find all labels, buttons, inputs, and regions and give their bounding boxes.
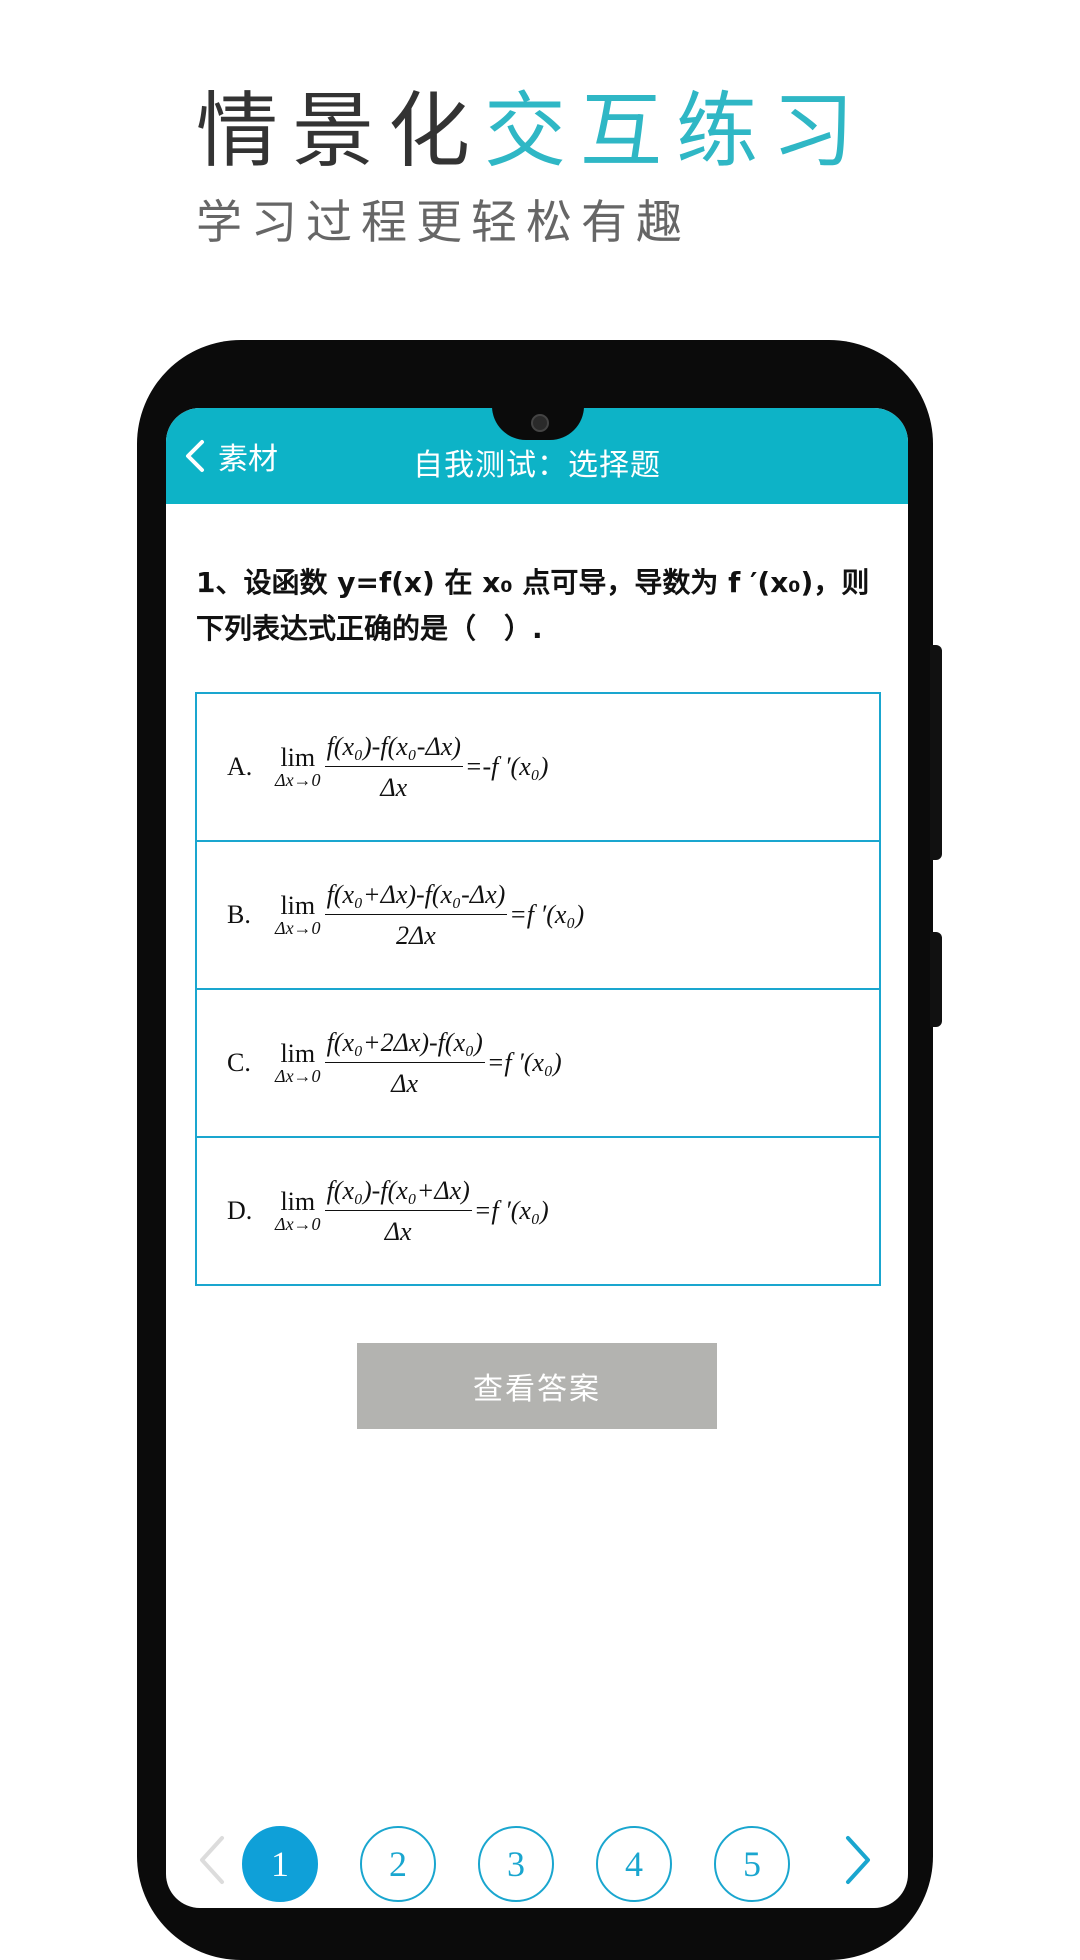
limit-expression: lim Δx→0 xyxy=(275,1039,321,1086)
right-hand-side: =f ′(x₀) xyxy=(473,1196,549,1225)
phone-power-button xyxy=(930,932,942,1027)
option-a[interactable]: A. lim Δx→0 f(x₀)-f(x₀-Δx) Δx =-f ′(x₀) xyxy=(197,694,879,842)
headline-part1: 情景化 xyxy=(196,84,485,179)
question-pager: 1 2 3 4 5 xyxy=(166,1818,908,1908)
option-c[interactable]: C. lim Δx→0 f(x₀+2Δx)-f(x₀) Δx =f ′(x₀) xyxy=(197,990,879,1138)
headline: 情景化交互练习 xyxy=(196,64,868,183)
denominator: Δx xyxy=(384,1216,412,1246)
option-d[interactable]: D. lim Δx→0 f(x₀)-f(x₀+Δx) Δx =f ′(x₀) xyxy=(197,1138,879,1284)
page-4-button[interactable]: 4 xyxy=(596,1826,672,1902)
question-line2: 下列表达式正确的是（ ）. xyxy=(196,612,543,645)
view-answer-button[interactable]: 查看答案 xyxy=(357,1343,717,1429)
lim-label: lim xyxy=(280,891,316,920)
lim-subscript: Δx→0 xyxy=(275,770,321,790)
fraction: f(x₀)-f(x₀-Δx) Δx xyxy=(324,732,463,803)
numerator: f(x₀)-f(x₀-Δx) xyxy=(324,732,463,767)
denominator: Δx xyxy=(391,1068,419,1098)
right-hand-side: =f ′(x₀) xyxy=(509,900,585,929)
option-letter: C. xyxy=(227,1048,251,1077)
phone-volume-button xyxy=(930,645,942,860)
question-text: 1、设函数 y=f(x) 在 x₀ 点可导，导数为 f ′(x₀)，则 下列表达… xyxy=(196,560,886,652)
fraction: f(x₀+Δx)-f(x₀-Δx) 2Δx xyxy=(324,880,508,951)
limit-expression: lim Δx→0 xyxy=(275,1187,321,1234)
lim-label: lim xyxy=(280,1039,316,1068)
limit-expression: lim Δx→0 xyxy=(275,891,321,938)
page-1-button[interactable]: 1 xyxy=(242,1826,318,1902)
question-line1: 1、设函数 y=f(x) 在 x₀ 点可导，导数为 f ′(x₀)，则 xyxy=(196,566,870,599)
right-hand-side: =f ′(x₀) xyxy=(486,1048,562,1077)
option-letter: D. xyxy=(227,1196,253,1225)
lim-label: lim xyxy=(280,1187,316,1216)
numerator: f(x₀+Δx)-f(x₀-Δx) xyxy=(324,880,508,915)
chevron-right-icon[interactable] xyxy=(838,1832,878,1888)
right-hand-side: =-f ′(x₀) xyxy=(464,752,549,781)
page-2-button[interactable]: 2 xyxy=(360,1826,436,1902)
numerator: f(x₀+2Δx)-f(x₀) xyxy=(324,1028,485,1063)
option-b[interactable]: B. lim Δx→0 f(x₀+Δx)-f(x₀-Δx) 2Δx =f ′(x₀) xyxy=(197,842,879,990)
options-list: A. lim Δx→0 f(x₀)-f(x₀-Δx) Δx =-f ′(x₀) B.… xyxy=(195,692,881,1286)
page-5-button[interactable]: 5 xyxy=(714,1826,790,1902)
option-letter: A. xyxy=(227,752,253,781)
phone-screen: 素材 自我测试：选择题 1、设函数 y=f(x) 在 x₀ 点可导，导数为 f … xyxy=(166,408,908,1908)
chevron-left-icon[interactable] xyxy=(192,1832,232,1888)
camera-icon xyxy=(531,414,549,432)
lim-label: lim xyxy=(280,743,316,772)
fraction: f(x₀+2Δx)-f(x₀) Δx xyxy=(324,1028,485,1099)
fraction: f(x₀)-f(x₀+Δx) Δx xyxy=(324,1176,472,1247)
page-3-button[interactable]: 3 xyxy=(478,1826,554,1902)
lim-subscript: Δx→0 xyxy=(275,1214,321,1234)
limit-expression: lim Δx→0 xyxy=(275,743,321,790)
numerator: f(x₀)-f(x₀+Δx) xyxy=(324,1176,472,1211)
denominator: Δx xyxy=(380,772,408,802)
option-letter: B. xyxy=(227,900,251,929)
nav-title: 自我测试：选择题 xyxy=(413,448,661,483)
subheadline: 学习过程更轻松有趣 xyxy=(196,195,691,249)
lim-subscript: Δx→0 xyxy=(275,1066,321,1086)
denominator: 2Δx xyxy=(396,920,436,950)
headline-part2: 交互练习 xyxy=(484,84,869,179)
lim-subscript: Δx→0 xyxy=(275,918,321,938)
